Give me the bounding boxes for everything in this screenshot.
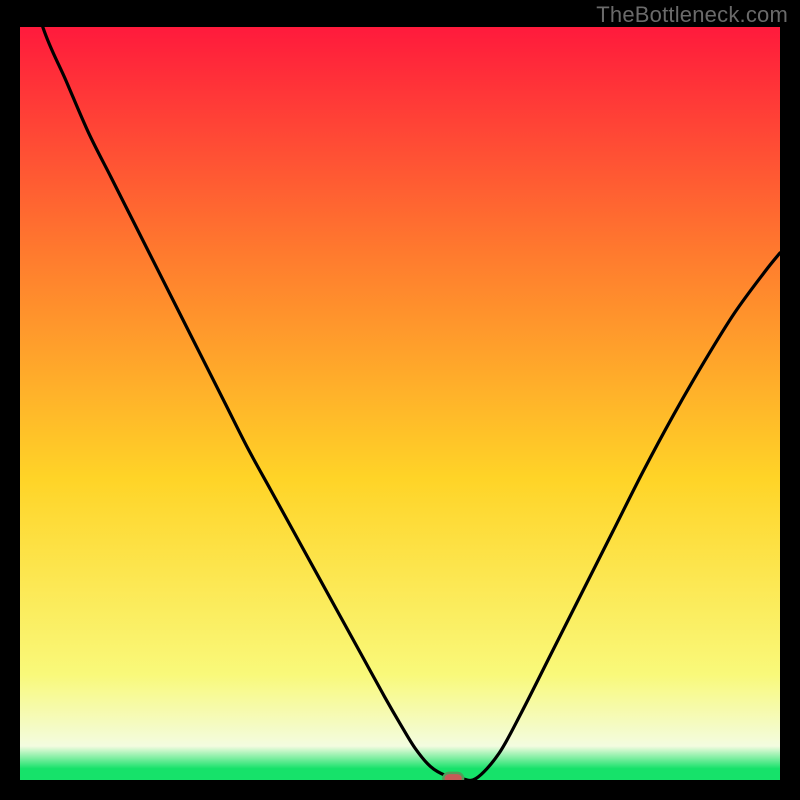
plot-area <box>20 27 780 780</box>
gradient-background <box>20 27 780 780</box>
chart-frame: TheBottleneck.com <box>0 0 800 800</box>
optimal-marker <box>443 773 463 780</box>
chart-svg <box>20 27 780 780</box>
watermark-label: TheBottleneck.com <box>596 2 788 28</box>
